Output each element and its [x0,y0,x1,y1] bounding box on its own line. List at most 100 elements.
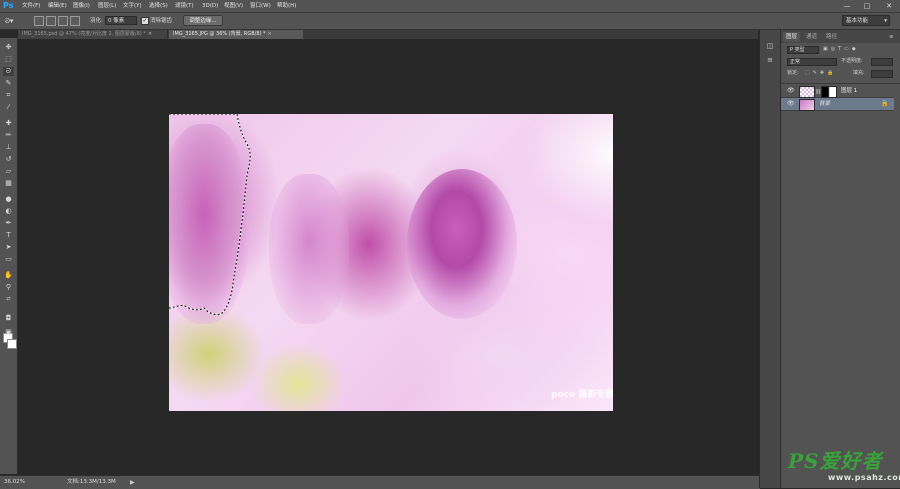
lock-label: 锁定: [787,70,799,76]
hand-tool-icon[interactable]: ✋ [3,271,14,280]
layer-mask-thumbnail[interactable] [821,86,837,98]
menu-edit[interactable]: 编辑(E) [48,0,67,12]
lock-icon: 🔒 [881,100,889,107]
tab-psd-document[interactable]: IMG_3165.psd @ 47% (亮度/对比度 2, 图层蒙版/8) * × [18,30,168,39]
quick-mask-icon[interactable]: ◘ [3,314,14,323]
site-watermark: PS爱好者 www.psahz.com [788,445,900,485]
status-bar: 36.02% 文档:13.3M/13.3M ▶ [0,475,760,489]
document-size-info: 文档:13.3M/13.3M [67,476,116,489]
layer-row-background[interactable]: 👁 背景 🔒 [781,98,894,111]
lasso-selection-marching-ants [169,114,251,315]
layer-name: 背景 [819,101,831,107]
doc-size: 13.3M/13.3M [79,479,116,485]
layer-thumbnail [799,99,815,111]
menu-view[interactable]: 视图(V) [224,0,243,12]
menu-bar: Ps 文件(F) 编辑(E) 图像(I) 图层(L) 文字(Y) 选择(S) 滤… [0,0,900,13]
close-icon[interactable]: × [268,31,272,37]
document-image[interactable]: poco 摄影专题 [169,114,613,411]
workspace-select[interactable]: 基本功能 ▾ [842,15,890,26]
properties-panel-icon[interactable]: ≡ [765,56,775,65]
menu-select[interactable]: 选择(S) [149,0,168,12]
tab-label: IMG_3165.JPG @ 36% (背景, RGB/8) * [173,31,266,37]
image-watermark: poco 摄影专题 [551,390,613,400]
path-select-tool-icon[interactable]: ➤ [3,243,14,252]
brush-tool-icon[interactable]: ✏ [3,131,14,140]
menu-filter[interactable]: 滤镜(T) [175,0,194,12]
layer-filter-select[interactable]: P 类型 [787,46,819,54]
menu-3d[interactable]: 3D(D) [202,0,218,12]
blend-mode-select[interactable]: 正常 [787,58,837,66]
menu-window[interactable]: 窗口(W) [250,0,271,12]
opacity-input[interactable] [871,58,893,66]
blur-tool-icon[interactable]: ● [3,195,14,204]
tab-layers[interactable]: 图层 [783,32,801,42]
intersect-selection-icon[interactable] [70,16,80,26]
close-icon[interactable]: × [148,31,152,37]
eyedropper-tool-icon[interactable]: ⁄ [3,103,14,112]
lasso-tool-icon[interactable]: ᘐ [3,67,14,76]
lasso-preset-icon[interactable]: ᘐ▾ [5,13,13,29]
zoom-level[interactable]: 36.02% [4,476,25,489]
feather-label: 羽化: [90,18,103,24]
document-tab-bar: IMG_3165.psd @ 47% (亮度/对比度 2, 图层蒙版/8) * ×… [18,30,758,39]
screen-mode-icon[interactable]: ▣ [3,328,14,337]
move-tool-icon[interactable]: ✥ [3,43,14,52]
lock-icons[interactable]: ⬚✎✥🔒 [805,69,836,78]
crop-tool-icon[interactable]: ⌗ [3,91,14,100]
eye-icon[interactable]: 👁 [787,101,795,107]
healing-tool-icon[interactable]: ✚ [3,119,14,128]
maximize-button[interactable]: □ [858,0,876,12]
refine-edge-button[interactable]: 调整边缘... [183,15,223,26]
type-tool-icon[interactable]: T [3,231,14,240]
layer-filter-row: P 类型 ▣◎T▭◆ [783,46,895,55]
chevron-down-icon: ▾ [884,18,887,24]
zoom-tool-icon[interactable]: ⚲ [3,283,14,292]
minimize-button[interactable]: — [838,0,856,12]
tab-jpg-document[interactable]: IMG_3165.JPG @ 36% (背景, RGB/8) * × [169,30,303,39]
opacity-label: 不透明度: [841,58,863,64]
filter-icons[interactable]: ▣◎T▭◆ [823,45,859,54]
status-menu-arrow-icon[interactable]: ▶ [130,476,135,489]
layer-name: 图层 1 [841,88,858,94]
site-logo: PS爱好者 [788,449,883,473]
tools-panel: ✥ ⬚ ᘐ ✎ ⌗ ⁄ ✚ ✏ ⊥ ↺ ▱ ▦ ● ◐ ✒ T ➤ ▭ ✋ ⚲ … [0,38,18,474]
swap-colors-icon[interactable]: ⇄ [3,295,14,304]
divider [781,83,900,84]
dodge-tool-icon[interactable]: ◐ [3,207,14,216]
layer-row-layer1[interactable]: 👁 ⛓ 图层 1 [781,85,894,98]
tab-label: IMG_3165.psd @ 47% (亮度/对比度 2, 图层蒙版/8) * [22,31,146,37]
new-selection-icon[interactable] [34,16,44,26]
feather-input[interactable]: 0 像素 [105,16,137,25]
blend-row: 正常 不透明度: [783,58,895,67]
shape-tool-icon[interactable]: ▭ [3,255,14,264]
lock-row: 锁定: ⬚✎✥🔒 填充: [783,70,895,79]
history-panel-icon[interactable]: ◫ [765,42,775,51]
antialias-checkbox[interactable]: ✓ [141,17,149,25]
layers-panel: 图层 通道 路径 ≡ P 类型 ▣◎T▭◆ 正常 不透明度: 锁定: ⬚✎✥🔒 … [780,30,900,488]
pen-tool-icon[interactable]: ✒ [3,219,14,228]
background-color-swatch[interactable] [7,339,17,349]
eye-icon[interactable]: 👁 [787,88,795,94]
eraser-tool-icon[interactable]: ▱ [3,167,14,176]
tab-channels[interactable]: 通道 [803,32,820,42]
close-button[interactable]: ✕ [880,0,898,12]
fill-input[interactable] [871,70,893,78]
add-to-selection-icon[interactable] [46,16,56,26]
gradient-tool-icon[interactable]: ▦ [3,179,14,188]
menu-image[interactable]: 图像(I) [73,0,90,12]
menu-layer[interactable]: 图层(L) [98,0,116,12]
doc-label: 文档: [67,479,80,485]
tab-paths[interactable]: 路径 [823,32,840,42]
menu-help[interactable]: 帮助(H) [277,0,296,12]
menu-type[interactable]: 文字(Y) [123,0,142,12]
subtract-selection-icon[interactable] [58,16,68,26]
marquee-tool-icon[interactable]: ⬚ [3,55,14,64]
photoshop-logo: Ps [3,1,14,10]
options-bar: ᘐ▾ 羽化: 0 像素 ✓ 消除锯齿 调整边缘... 基本功能 ▾ [0,13,900,30]
panel-menu-icon[interactable]: ≡ [886,32,897,42]
stamp-tool-icon[interactable]: ⊥ [3,143,14,152]
quick-select-tool-icon[interactable]: ✎ [3,79,14,88]
antialias-label: 消除锯齿 [150,18,173,24]
history-brush-tool-icon[interactable]: ↺ [3,155,14,164]
menu-file[interactable]: 文件(F) [22,0,40,12]
